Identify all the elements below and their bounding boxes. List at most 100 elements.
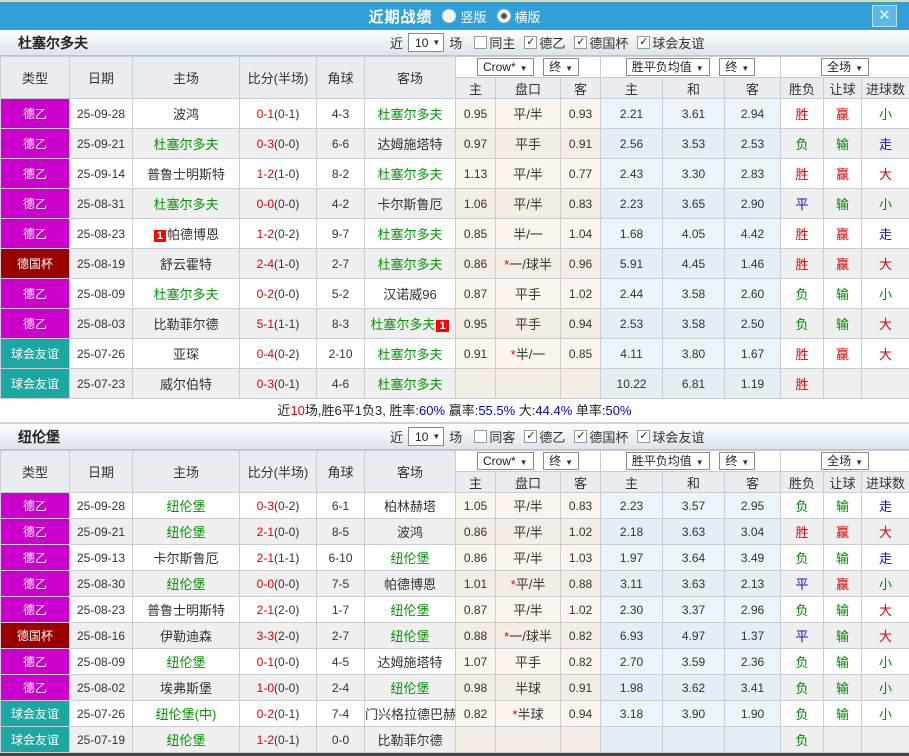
match-row: 德乙25-08-09纽伦堡0-1(0-0)4-5达姆施塔特1.07平手0.822… [1,649,909,675]
odds-away-cell: 1.02 [561,597,601,623]
result-handicap-cell: 输 [824,189,862,219]
radio-vertical-label: 竖版 [460,7,486,26]
home-team-cell: 普鲁士明斯特 [133,597,240,623]
team-label: 普鲁士明斯特 [147,603,225,618]
summary-segment: 赢率: [445,403,478,418]
odds-company-select[interactable]: Crow*▼ [477,452,534,470]
odds-group-header: Crow*▼ 终▼ [456,451,601,472]
handicap-cell: 平/半 [496,519,561,545]
score-cell: 0-1(0-0) [240,649,317,675]
scope-select[interactable]: 全场▼ [821,58,869,76]
odds-home-cell: 0.85 [456,219,496,249]
match-type-cell: 德乙 [1,675,70,701]
away-team-cell: 门兴格拉德巴赫 [365,701,456,727]
avg-away-cell: 2.13 [725,571,781,597]
date-cell: 25-08-02 [70,675,133,701]
same-venue-checkbox[interactable] [474,36,487,49]
match-type-cell: 球会友谊 [1,701,70,727]
score-cell: 3-3(2-0) [240,623,317,649]
home-team-cell: 纽伦堡(中) [133,701,240,727]
score-cell: 2-4(1-0) [240,249,317,279]
team-label: 杜塞尔多夫 [377,167,442,182]
away-team-cell: 纽伦堡 [365,545,456,571]
avg-draw-cell: 4.45 [663,249,725,279]
team-label: 达姆施塔特 [377,655,442,670]
odds-company-select[interactable]: Crow*▼ [477,58,534,76]
match-type-cell: 德乙 [1,219,70,249]
result-label: 小 [879,655,892,670]
match-count-select[interactable]: 10▼ [408,33,444,52]
handicap-cell: 平/半 [496,597,561,623]
date-cell: 25-09-14 [70,159,133,189]
radio-horizontal-layout[interactable] [497,9,511,23]
league-checkbox-2[interactable]: ✓ [637,430,650,443]
scope-select[interactable]: 全场▼ [821,452,869,470]
avg-odds-select[interactable]: 胜平负均值▼ [626,452,710,470]
col-header-score: 比分(半场) [240,57,317,99]
handicap-cell: *平/半 [496,571,561,597]
avg-odds-select[interactable]: 胜平负均值▼ [626,58,710,76]
result-label: 输 [836,137,849,152]
avg-draw-cell: 3.64 [663,545,725,571]
away-team-cell: 纽伦堡 [365,623,456,649]
odds-away-cell: 1.03 [561,545,601,571]
avg-away-cell: 2.60 [725,279,781,309]
result-goals-cell: 走 [862,545,909,571]
result-wdl-cell: 平 [781,623,824,649]
same-venue-checkbox[interactable] [474,430,487,443]
team-label: 伊勒迪森 [160,629,212,644]
score-cell: 0-0(0-0) [240,571,317,597]
corner-cell: 9-7 [317,219,365,249]
team-label: 杜塞尔多夫 [370,317,435,332]
handicap-cell: 平/半 [496,545,561,571]
section-header: 杜塞尔多夫 近10▼场同主✓德乙✓德国杯✓球会友谊 [0,30,909,56]
col-header-away: 客场 [365,451,456,493]
avg-draw-cell: 3.57 [663,493,725,519]
avg-final-select[interactable]: 终▼ [719,58,755,76]
match-row: 德国杯25-08-16伊勒迪森3-3(2-0)2-7纽伦堡0.88*一/球半0.… [1,623,909,649]
score-cell: 0-3(0-0) [240,129,317,159]
odds-final-select[interactable]: 终▼ [543,452,579,470]
odds-away-cell: 0.83 [561,189,601,219]
away-team-cell: 杜塞尔多夫 [365,99,456,129]
avg-draw-cell: 3.61 [663,99,725,129]
card-badge: 1 [436,320,448,332]
result-label: 赢 [836,107,849,122]
result-label: 赢 [836,257,849,272]
away-team-cell: 杜塞尔多夫 [365,339,456,369]
radio-vertical-layout[interactable] [442,9,456,23]
score-cell: 0-1(0-1) [240,99,317,129]
chevron-down-icon: ▼ [696,458,704,467]
same-venue-label: 同客 [489,427,515,446]
league-checkbox-0[interactable]: ✓ [524,430,537,443]
date-cell: 25-07-23 [70,369,133,399]
result-label: 大 [879,167,892,182]
odds-away-cell [561,727,601,753]
odds-home-cell: 0.86 [456,249,496,279]
match-count-select[interactable]: 10▼ [408,427,444,446]
col-header-home: 主场 [133,57,240,99]
league-checkbox-1[interactable]: ✓ [574,430,587,443]
avg-draw-cell: 3.63 [663,519,725,545]
date-cell: 25-09-21 [70,129,133,159]
avg-final-select[interactable]: 终▼ [719,452,755,470]
odds-away-cell: 0.82 [561,623,601,649]
result-label: 小 [879,577,892,592]
league-checkbox-2[interactable]: ✓ [637,36,650,49]
close-icon[interactable]: ✕ [872,5,897,27]
team-label: 纽伦堡 [390,629,429,644]
date-cell: 25-09-13 [70,545,133,571]
league-checkbox-1[interactable]: ✓ [574,36,587,49]
odds-final-select[interactable]: 终▼ [543,58,579,76]
halftime-score: (0-1) [274,107,299,121]
match-type-cell: 德乙 [1,649,70,675]
matches-table: 类型 日期 主场 比分(半场) 角球 客场 Crow*▼ 终▼ 胜平负均值▼ 终… [0,450,909,753]
away-team-cell: 杜塞尔多夫1 [365,309,456,339]
fulltime-score: 1-0 [257,681,274,695]
league-checkbox-0[interactable]: ✓ [524,36,537,49]
result-goals-cell: 大 [862,159,909,189]
handicap-label: 平手 [515,137,541,152]
scope-group-header: 全场▼ [781,451,909,472]
chevron-down-icon: ▼ [432,432,440,441]
score-cell: 2-1(0-0) [240,519,317,545]
